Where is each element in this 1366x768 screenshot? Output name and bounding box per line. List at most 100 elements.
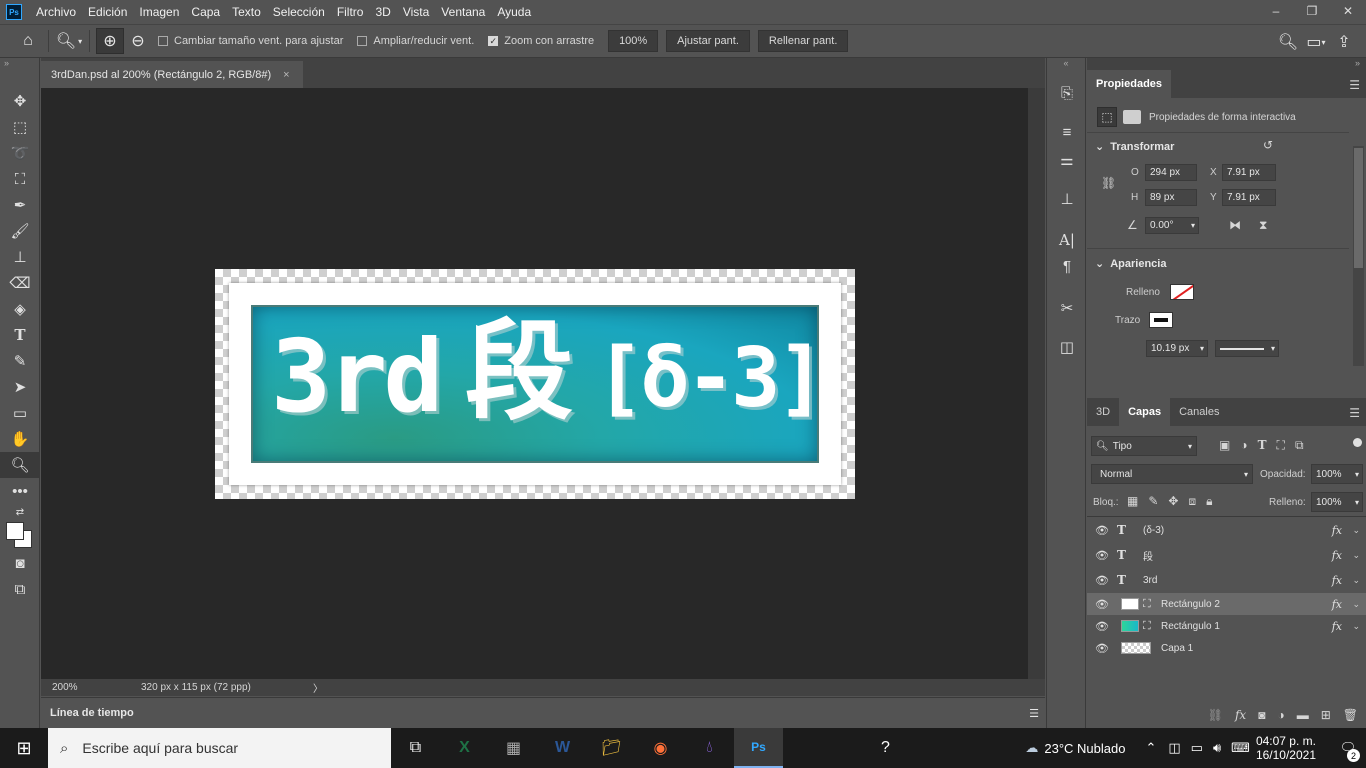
- layer-row[interactable]: 👁︎ T 段 fx ⌄: [1087, 544, 1366, 566]
- resize-windows-checkbox[interactable]: Cambiar tamaño vent. para ajustar: [158, 35, 343, 47]
- fill-screen-button[interactable]: Rellenar pant.: [757, 30, 849, 52]
- blend-mode-dropdown[interactable]: Normal ▾: [1091, 464, 1253, 484]
- menu-archivo[interactable]: Archivo: [30, 5, 82, 19]
- windows-start-icon[interactable]: ⊞: [0, 728, 48, 768]
- eye-icon[interactable]: 👁︎: [1087, 549, 1117, 562]
- more-tools-icon[interactable]: •••: [0, 478, 40, 504]
- volume-icon[interactable]: 🔊︎: [1213, 740, 1221, 756]
- transform-section-header[interactable]: ⌄ Transformar: [1095, 140, 1174, 154]
- layer-row-selected[interactable]: 👁︎ ⛶ Rectángulo 2 fx ⌄: [1087, 593, 1366, 615]
- menu-ventana[interactable]: Ventana: [435, 5, 491, 19]
- weather-text[interactable]: 23°C Nublado: [1044, 741, 1125, 756]
- chevron-down-icon[interactable]: ⌄: [1352, 621, 1360, 632]
- status-zoom[interactable]: 200%: [41, 682, 141, 693]
- layer-row[interactable]: 👁︎ T (δ-3) fx ⌄: [1087, 519, 1366, 541]
- character-icon[interactable]: A|: [1047, 226, 1087, 253]
- menu-filtro[interactable]: Filtro: [331, 5, 370, 19]
- fit-screen-button[interactable]: Ajustar pant.: [666, 30, 750, 52]
- fill-swatch[interactable]: [1170, 284, 1194, 300]
- eye-icon[interactable]: 👁︎: [1087, 574, 1117, 587]
- home-icon[interactable]: ⌂: [14, 28, 42, 54]
- stroke-style-dropdown[interactable]: ▾: [1215, 340, 1279, 357]
- restore-button[interactable]: ❐: [1294, 0, 1330, 22]
- menu-ayuda[interactable]: Ayuda: [491, 5, 537, 19]
- height-field[interactable]: 89 px: [1145, 189, 1197, 206]
- notifications-button[interactable]: 🗨︎ 2: [1330, 728, 1366, 768]
- task-view-icon[interactable]: ⧉: [391, 728, 440, 768]
- screen-mode-icon[interactable]: ⧉: [0, 576, 40, 602]
- filter-smart-object-icon[interactable]: ⧉: [1295, 438, 1304, 453]
- opacity-field[interactable]: 100% ▾: [1311, 464, 1363, 484]
- taskbar-search[interactable]: ⌕ Escribe aquí para buscar: [48, 728, 391, 768]
- zoom-100-button[interactable]: 100%: [608, 30, 659, 52]
- chevron-down-icon[interactable]: ⌄: [1352, 550, 1360, 561]
- vertical-scrollbar[interactable]: [1028, 88, 1045, 679]
- checkbox-box[interactable]: [158, 36, 168, 46]
- panel-menu-icon[interactable]: ☰: [1029, 707, 1039, 720]
- paragraph-icon[interactable]: ¶: [1047, 253, 1087, 280]
- add-style-icon[interactable]: fx: [1235, 708, 1246, 722]
- filter-shape-icon[interactable]: ⛶: [1277, 438, 1285, 453]
- appearance-section-header[interactable]: ⌄ Apariencia: [1095, 257, 1166, 271]
- libraries-icon[interactable]: ◫: [1047, 333, 1087, 360]
- zoom-all-windows-checkbox[interactable]: Ampliar/reducir vent.: [357, 35, 474, 47]
- menu-imagen[interactable]: Imagen: [133, 5, 185, 19]
- chevron-down-icon[interactable]: ⌄: [1352, 599, 1360, 610]
- move-tool-icon[interactable]: ✥: [0, 88, 40, 114]
- path-selection-tool-icon[interactable]: ➤: [0, 374, 40, 400]
- color-swatches[interactable]: [0, 520, 40, 550]
- new-adjustment-icon[interactable]: ◑: [1277, 708, 1284, 722]
- photoshop-taskbar-icon[interactable]: Ps: [734, 728, 783, 768]
- reset-icon[interactable]: ↺: [1263, 138, 1273, 152]
- document-canvas[interactable]: 3rd 段 [δ-3]: [215, 269, 855, 499]
- clock[interactable]: 04:07 p. m. 16/10/2021: [1256, 734, 1316, 762]
- width-field[interactable]: 294 px: [1145, 164, 1197, 181]
- paint-drop-icon[interactable]: 💧︎: [685, 728, 734, 768]
- panel-menu-icon[interactable]: ☰: [1349, 78, 1360, 92]
- fx-icon[interactable]: fx: [1332, 524, 1342, 537]
- brush-tool-icon[interactable]: 🖌︎: [0, 218, 40, 244]
- firefox-icon[interactable]: ◉: [636, 728, 685, 768]
- y-field[interactable]: 7.91 px: [1222, 189, 1276, 206]
- stroke-swatch[interactable]: [1149, 312, 1173, 328]
- tools-icon[interactable]: ✂: [1047, 294, 1087, 321]
- quick-mask-icon[interactable]: ◙: [0, 550, 40, 576]
- scrubby-zoom-checkbox[interactable]: ✓ Zoom con arrastre: [488, 35, 594, 47]
- fx-icon[interactable]: fx: [1332, 574, 1342, 587]
- fx-icon[interactable]: fx: [1332, 549, 1342, 562]
- share-icon[interactable]: ⇪: [1330, 29, 1358, 55]
- search-icon[interactable]: 🔍︎: [1274, 29, 1302, 55]
- filter-pixel-icon[interactable]: ▣: [1219, 438, 1230, 453]
- fill-field[interactable]: 100% ▾: [1311, 492, 1363, 512]
- checkmark-icon[interactable]: ✓: [488, 36, 499, 46]
- angle-field[interactable]: 0.00° ▾: [1145, 217, 1199, 234]
- collapse-icon[interactable]: «: [1047, 58, 1085, 70]
- menu-3d[interactable]: 3D: [369, 5, 396, 19]
- brush-settings-icon[interactable]: ≡: [1047, 119, 1087, 146]
- history-icon[interactable]: ⎘: [1047, 80, 1087, 107]
- properties-scrollbar[interactable]: [1353, 146, 1364, 366]
- stamp-tool-icon[interactable]: ⊥: [0, 244, 40, 270]
- lock-position-icon[interactable]: ✥: [1168, 494, 1178, 509]
- tab-channels[interactable]: Canales: [1170, 398, 1228, 426]
- eye-icon[interactable]: 👁︎: [1087, 642, 1117, 655]
- link-layers-icon[interactable]: ⛓: [1208, 708, 1223, 722]
- eye-icon[interactable]: 👁︎: [1087, 524, 1117, 537]
- hand-tool-icon[interactable]: ✋: [0, 426, 40, 452]
- flip-horizontal-icon[interactable]: ⧓: [1229, 218, 1241, 232]
- add-mask-icon[interactable]: ◙: [1258, 708, 1265, 722]
- collapse-icon[interactable]: »: [1355, 58, 1360, 68]
- lasso-tool-icon[interactable]: ➰: [0, 140, 40, 166]
- checkbox-box[interactable]: [357, 36, 368, 46]
- scrollbar-thumb[interactable]: [1354, 148, 1363, 268]
- excel-icon[interactable]: X: [440, 728, 489, 768]
- zoom-tool-preset-icon[interactable]: 🔍︎ ▾: [55, 28, 83, 54]
- link-icon[interactable]: ⛓: [1101, 176, 1116, 190]
- swap-colors-icon[interactable]: ⇄: [0, 504, 40, 520]
- x-field[interactable]: 7.91 px: [1222, 164, 1276, 181]
- filter-adjustment-icon[interactable]: ◑: [1240, 438, 1247, 453]
- word-icon[interactable]: W: [538, 728, 587, 768]
- adjustments-icon[interactable]: ⚌: [1047, 146, 1087, 173]
- paint-bucket-tool-icon[interactable]: ◈: [0, 296, 40, 322]
- lock-transparent-icon[interactable]: ▦: [1127, 494, 1138, 509]
